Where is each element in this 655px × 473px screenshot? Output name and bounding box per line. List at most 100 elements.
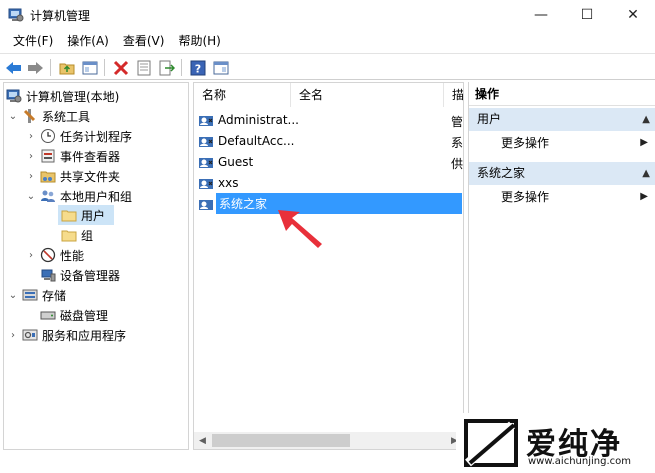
user-icon	[198, 133, 214, 149]
list-item-name: Guest	[218, 154, 254, 169]
more-actions-item[interactable]: 更多操作 ▶	[469, 186, 655, 208]
back-icon[interactable]	[4, 58, 23, 77]
delete-icon[interactable]	[111, 58, 130, 77]
list-item[interactable]: Guest	[196, 151, 253, 172]
tree-item-shared-folders[interactable]: › 共享文件夹	[25, 166, 120, 186]
show-hide-tree-icon[interactable]	[80, 58, 99, 77]
tree-item-label: 用户	[81, 208, 106, 223]
list-item-desc: 管	[451, 115, 464, 129]
column-header-name[interactable]: 名称	[194, 83, 291, 107]
chevron-right-icon: ▶	[640, 191, 648, 202]
menu-action[interactable]: 操作(A)	[60, 30, 116, 52]
svg-text:?: ?	[194, 62, 200, 75]
column-header-description[interactable]: 描	[444, 83, 463, 107]
logo-icon	[464, 419, 518, 467]
chevron-right-icon[interactable]: ›	[25, 249, 37, 261]
more-actions-label: 更多操作	[501, 136, 550, 150]
tree-item-task-scheduler[interactable]: › 任务计划程序	[25, 126, 132, 146]
list-item[interactable]: Administrat...	[196, 109, 299, 130]
tree-item-performance[interactable]: › 性能	[25, 245, 84, 265]
event-viewer-icon	[40, 148, 56, 164]
chevron-right-icon[interactable]: ›	[7, 329, 19, 341]
chevron-right-icon: ▶	[640, 137, 648, 148]
tree-item-label: 服务和应用程序	[42, 328, 127, 343]
close-button[interactable]: ✕	[610, 0, 655, 30]
list-item[interactable]: DefaultAcc...	[196, 130, 294, 151]
folder-icon	[61, 227, 77, 243]
tree-item-services-apps[interactable]: › 服务和应用程序	[7, 325, 126, 345]
tree-item-label: 本地用户和组	[60, 189, 133, 204]
tree-item-system-tools[interactable]: ⌄ 系统工具	[7, 106, 90, 126]
chevron-down-icon[interactable]: ⌄	[7, 289, 19, 301]
properties-icon[interactable]	[134, 58, 153, 77]
tree-item-storage[interactable]: ⌄ 存储	[7, 285, 66, 305]
menu-help[interactable]: 帮助(H)	[171, 30, 227, 52]
actions-section-users[interactable]: 用户 ▲	[469, 108, 655, 131]
actions-header: 操作	[469, 82, 655, 106]
tree-item-label: 组	[81, 228, 94, 243]
navigation-tree: 计算机管理(本地) ⌄ 系统工具 › 任务计划程序 › 事件查看器 › 共享文件…	[3, 82, 189, 450]
tree-item-users[interactable]: 用户	[58, 205, 114, 225]
actions-section-selected[interactable]: 系统之家 ▲	[469, 162, 655, 185]
tree-item-label: 设备管理器	[60, 268, 121, 283]
tree-item-disk-management[interactable]: 磁盘管理	[40, 305, 108, 325]
watermark-url: www.aichunjing.com	[528, 456, 631, 467]
actions-section-label: 系统之家	[477, 166, 526, 180]
tree-item-label: 存储	[42, 288, 67, 303]
watermark-logo: 爱纯净 www.aichunjing.com	[456, 413, 655, 473]
computer-management-icon	[6, 88, 22, 104]
user-icon	[198, 175, 214, 191]
toolbar: ?	[0, 53, 655, 80]
scroll-left-icon[interactable]: ◀	[194, 432, 211, 449]
tree-item-label: 磁盘管理	[60, 308, 109, 323]
list-item-desc: 系	[451, 136, 464, 150]
chevron-down-icon[interactable]: ⌄	[25, 190, 37, 202]
tree-item-local-users-groups[interactable]: ⌄ 本地用户和组	[25, 186, 132, 206]
chevron-down-icon[interactable]: ⌄	[7, 110, 19, 122]
window-title: 计算机管理	[30, 9, 91, 23]
tree-item-root[interactable]: 计算机管理(本地)	[6, 86, 119, 106]
scrollbar-thumb[interactable]	[212, 434, 350, 447]
user-list-pane: 名称 全名 描 Administrat... 管 DefaultAcc... 系…	[193, 82, 464, 450]
actions-section-label: 用户	[477, 112, 502, 126]
actions-pane: 操作 用户 ▲ 更多操作 ▶ 系统之家 ▲ 更多操作 ▶	[468, 82, 655, 450]
tree-item-device-manager[interactable]: 设备管理器	[40, 265, 120, 285]
tree-item-groups[interactable]: 组	[61, 225, 93, 245]
horizontal-scrollbar[interactable]: ◀ ▶	[194, 432, 463, 449]
user-icon	[198, 154, 214, 170]
list-item-selected[interactable]: 系统之家	[196, 193, 462, 214]
services-icon	[22, 327, 38, 343]
more-actions-item[interactable]: 更多操作 ▶	[469, 132, 655, 154]
tree-item-label: 性能	[60, 248, 85, 263]
performance-icon	[40, 247, 56, 263]
tree-item-label: 共享文件夹	[60, 169, 121, 184]
user-icon	[198, 196, 214, 212]
show-hide-action-pane-icon[interactable]	[211, 58, 230, 77]
chevron-right-icon[interactable]: ›	[25, 130, 37, 142]
device-manager-icon	[40, 267, 56, 283]
tree-item-label: 任务计划程序	[60, 129, 133, 144]
list-item-name: Administrat...	[218, 112, 299, 127]
menu-view[interactable]: 查看(V)	[116, 30, 172, 52]
title-bar: 计算机管理 — ☐ ✕	[0, 0, 655, 30]
minimize-button[interactable]: —	[518, 0, 564, 30]
tree-item-label: 系统工具	[42, 109, 91, 124]
menu-file[interactable]: 文件(F)	[6, 30, 60, 52]
collapse-icon[interactable]: ▲	[642, 108, 650, 131]
list-item-name: 系统之家	[219, 197, 268, 211]
forward-icon[interactable]	[26, 58, 45, 77]
tree-item-event-viewer[interactable]: › 事件查看器	[25, 146, 120, 166]
up-folder-icon[interactable]	[57, 58, 76, 77]
chevron-right-icon[interactable]: ›	[25, 170, 37, 182]
list-item-desc: 供	[451, 157, 464, 171]
disk-icon	[40, 307, 56, 323]
maximize-button[interactable]: ☐	[564, 0, 610, 30]
column-header-fullname[interactable]: 全名	[291, 83, 444, 107]
help-icon[interactable]: ?	[188, 58, 207, 77]
storage-icon	[22, 287, 38, 303]
chevron-right-icon[interactable]: ›	[25, 150, 37, 162]
export-icon[interactable]	[157, 58, 176, 77]
list-item[interactable]: xxs	[196, 172, 238, 193]
shared-folder-icon	[40, 168, 56, 184]
collapse-icon[interactable]: ▲	[642, 162, 650, 185]
